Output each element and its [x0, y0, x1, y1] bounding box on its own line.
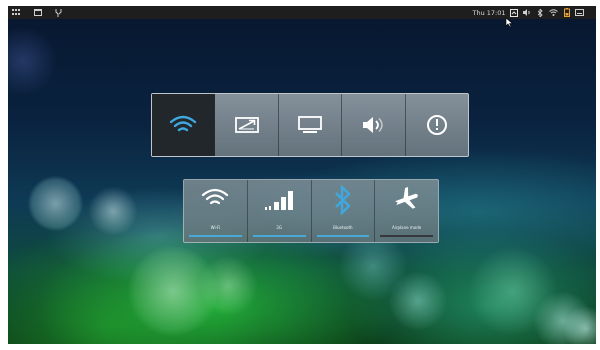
wifi-toggle-tile[interactable]: Wi-Fi: [184, 180, 248, 242]
bokeh-bubble: [28, 176, 83, 231]
settings-icon[interactable]: [52, 6, 64, 19]
tile-label-3g: 3G: [276, 225, 282, 230]
tile-label-airplane-mode: Airplane mode: [392, 225, 422, 230]
quick-settings-panel: [151, 93, 469, 157]
connectivity-panel: Wi-Fi 3G Bluetooth Airplane mode: [183, 179, 439, 243]
keyboard-icon[interactable]: [574, 6, 585, 19]
wifi-icon[interactable]: [548, 6, 558, 19]
bokeh-bubble: [388, 271, 448, 331]
airplane-mode-status-bar: [380, 235, 433, 237]
airplane-icon: [394, 186, 418, 209]
volume-icon: [363, 117, 384, 133]
bluetooth-icon[interactable]: [536, 6, 544, 19]
display-brightness-button[interactable]: [215, 94, 279, 156]
airplane-mode-toggle-tile[interactable]: Airplane mode: [375, 180, 438, 242]
tile-label-bluetooth: Bluetooth: [333, 225, 353, 230]
clock[interactable]: Thu 17:01: [470, 6, 508, 19]
display-brightness-icon: [234, 116, 259, 133]
bluetooth-icon: [335, 185, 351, 215]
desktop: Thu 17:01 Wi-Fi 3G Bluetooth Airplane mo…: [8, 6, 596, 344]
tile-label-wifi: Wi-Fi: [210, 225, 221, 230]
bokeh-bubble: [198, 256, 258, 316]
apps-grid-icon[interactable]: [10, 6, 22, 19]
monitor-button[interactable]: [278, 94, 343, 156]
bluetooth-toggle-tile[interactable]: Bluetooth: [311, 180, 376, 242]
volume-button[interactable]: [342, 94, 406, 156]
window-icon[interactable]: [32, 6, 44, 19]
bokeh-bubble: [88, 186, 138, 236]
bluetooth-status-bar: [316, 235, 370, 237]
cellular-signal-icon: [265, 191, 294, 210]
bokeh-bubble: [8, 26, 58, 96]
wifi-icon: [170, 115, 197, 132]
wifi-status-bar: [189, 235, 242, 237]
monitor-icon: [298, 116, 322, 133]
wifi-icon: [202, 188, 229, 205]
mouse-cursor-icon: [505, 13, 514, 32]
mobile-data-status-bar: [252, 235, 306, 237]
mobile-data-toggle-tile[interactable]: 3G: [247, 180, 312, 242]
battery-icon[interactable]: [562, 6, 572, 19]
power-button[interactable]: [405, 94, 469, 156]
power-icon: [426, 115, 447, 135]
volume-icon[interactable]: [522, 6, 532, 19]
wifi-settings-button[interactable]: [152, 94, 216, 156]
